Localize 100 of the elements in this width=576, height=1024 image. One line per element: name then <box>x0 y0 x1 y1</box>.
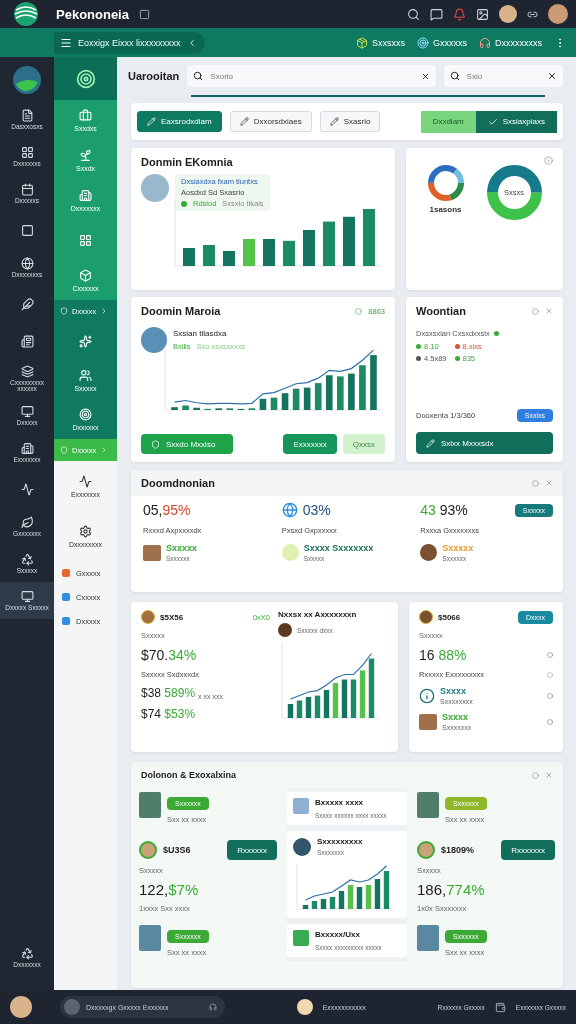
action-button[interactable]: Sxlxx Mxxxsdx <box>416 432 553 454</box>
action-button[interactable]: Rxxxxxxx <box>501 840 555 860</box>
target-icon <box>75 68 96 89</box>
circle-icon <box>547 718 553 725</box>
monitor-icon <box>20 589 34 603</box>
building-icon <box>79 188 92 202</box>
circle-icon <box>547 652 553 658</box>
avatar <box>293 837 311 856</box>
headphones-icon <box>479 36 491 49</box>
pencil-icon <box>329 117 339 126</box>
chart-bar <box>329 897 336 909</box>
item-title: Sxxxxx <box>442 543 474 553</box>
nav-action[interactable]: Sxxsxxs <box>355 36 405 49</box>
image-icon[interactable] <box>476 7 489 21</box>
breadcrumb-text: Eoxxigx Eixxx lixxxxxxxxx <box>78 37 181 48</box>
toolbar-button[interactable]: Eaxsrodxdiam <box>137 111 222 132</box>
sprout-icon <box>79 148 92 162</box>
brand-name: Pekononeia <box>56 6 129 22</box>
chat-icon[interactable] <box>430 7 443 21</box>
chart-bar <box>311 901 318 909</box>
search-field[interactable]: Sxio <box>464 70 542 82</box>
toolbar-button[interactable]: Dxxorsdxiaes <box>229 111 312 132</box>
toolbar-button[interactable]: Sxasrio <box>319 111 381 132</box>
menu-icon[interactable] <box>60 36 72 49</box>
stat-value: 16 88% <box>419 647 467 663</box>
bell-icon[interactable] <box>453 7 466 21</box>
circle-icon <box>547 671 553 678</box>
avatar[interactable] <box>10 996 32 1018</box>
search-icon[interactable] <box>407 7 420 21</box>
name: $1809% <box>441 845 475 855</box>
monitor-icon <box>20 404 34 418</box>
chart-bar <box>374 879 381 909</box>
pencil-icon <box>426 438 435 448</box>
avatar[interactable] <box>296 999 313 1015</box>
avatar[interactable] <box>499 5 517 23</box>
chart-bar <box>337 376 344 410</box>
close-icon[interactable] <box>547 71 557 81</box>
chart-bar <box>303 230 315 266</box>
avatar <box>139 841 157 859</box>
avatar[interactable] <box>548 4 568 24</box>
card-title: Doomin Maroia <box>141 305 221 317</box>
chart-bar <box>223 251 235 266</box>
briefcase-icon <box>79 108 92 122</box>
nav-action[interactable]: Dxxxxxxxxs <box>479 36 542 49</box>
photo-placeholder <box>417 925 439 951</box>
users-icon <box>79 369 92 382</box>
chart-bar <box>348 373 355 410</box>
info-icon <box>419 687 435 704</box>
chart-bar <box>323 690 330 718</box>
stat-value: 186,774% <box>417 881 486 898</box>
card-title: Donmin EKomnia <box>141 156 234 168</box>
action-button[interactable]: Exxxxxxx <box>283 434 337 454</box>
avatar <box>141 610 155 624</box>
avatar <box>419 610 433 624</box>
search-icon <box>449 71 460 81</box>
feather-icon <box>20 298 34 311</box>
close-icon[interactable] <box>420 71 430 81</box>
nav-action[interactable]: Gxxxxxs <box>417 36 467 49</box>
settings-icon <box>79 524 92 538</box>
avatar <box>417 841 435 859</box>
chart-bar <box>363 209 375 266</box>
leaf-icon <box>20 515 34 529</box>
chart-bar <box>270 397 278 410</box>
search-bar[interactable]: Sxio <box>443 65 563 87</box>
card-title: Dolonon & Exoxalxina <box>141 770 236 780</box>
status-dot <box>181 200 187 207</box>
action-button[interactable]: Qxxsx <box>342 434 385 454</box>
chart-bar <box>303 387 311 410</box>
chart-bar <box>359 365 366 410</box>
item-title: Sxxxxx <box>166 543 198 553</box>
stat-value: $38 589% <box>141 686 196 700</box>
name: $U3S6 <box>163 845 191 855</box>
card-title: Bxxxxx/Uxx <box>315 930 361 939</box>
shield-icon <box>60 307 68 315</box>
avatar <box>64 999 80 1015</box>
search-field[interactable]: Sxorio <box>208 70 416 82</box>
chart-bar <box>263 239 275 266</box>
donut-caption: 1sasons <box>429 205 462 214</box>
newspaper-icon <box>20 335 34 348</box>
search-icon <box>193 71 204 81</box>
card-title: Woontian <box>416 305 466 317</box>
name: $5066 <box>438 612 461 622</box>
chart-bar <box>368 658 375 718</box>
donut-chart-drawing <box>427 165 464 201</box>
search-bar[interactable]: Sxorio <box>187 65 436 87</box>
toggle-option[interactable]: Sxsiaxpiaxs <box>475 110 557 133</box>
item-title: Sxxxx <box>440 686 468 696</box>
building-icon <box>20 441 34 455</box>
stat-value: 03% <box>302 502 331 518</box>
activity-icon <box>20 483 34 496</box>
chart-bar <box>287 704 294 718</box>
action-button[interactable]: Rxxxxxx <box>227 840 277 860</box>
chart-bar <box>332 683 339 718</box>
pencil-icon <box>239 117 249 126</box>
toggle-option[interactable]: Dxxdiam <box>420 110 476 133</box>
stat-value: $74 $53% <box>141 707 196 721</box>
chart-bar <box>356 887 363 909</box>
layers-icon <box>20 364 34 378</box>
chart-bar <box>314 383 322 410</box>
chart-bar <box>302 905 309 909</box>
